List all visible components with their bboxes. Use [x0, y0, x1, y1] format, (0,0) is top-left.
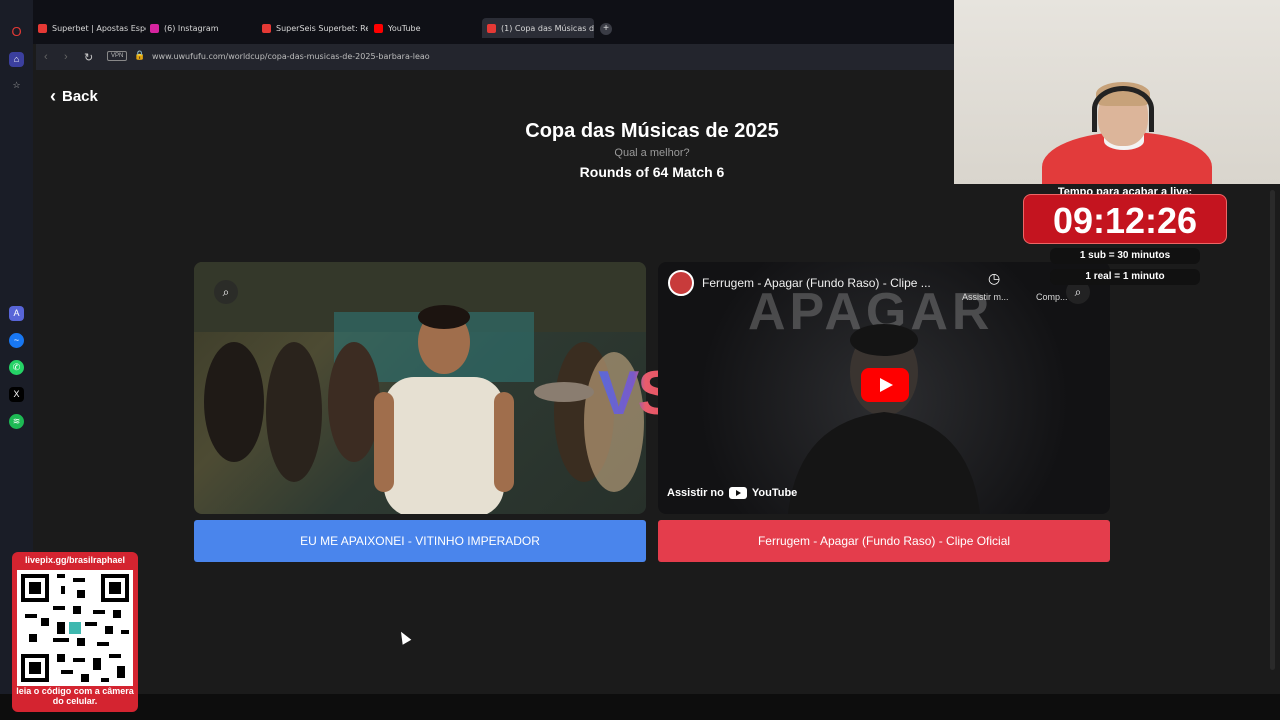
opera-icon[interactable]: O [9, 24, 24, 39]
forward-nav-icon[interactable]: › [64, 51, 68, 63]
bottom-bar [0, 694, 1280, 720]
share-button[interactable]: Comp... [1036, 292, 1068, 302]
youtube-header: Ferrugem - Apagar (Fundo Raso) - Clipe .… [668, 270, 931, 296]
pick-left-button[interactable]: EU ME APAIXONEI - VITINHO IMPERADOR [194, 520, 646, 562]
tab-instagram[interactable]: (6) Instagram [150, 18, 250, 38]
youtube-icon [374, 23, 383, 33]
watch-later-button[interactable]: ◷ Assistir m... [962, 270, 1009, 302]
tab-superseis[interactable]: SuperSeis Superbet: Resp [262, 18, 368, 38]
chevron-left-icon: ‹ [50, 86, 56, 106]
watch-later-label: Assistir m... [962, 292, 1009, 302]
aria-icon[interactable]: A [9, 306, 24, 321]
vpn-badge[interactable]: VPN [107, 51, 128, 61]
tab-label: (1) Copa das Músicas de [501, 23, 594, 33]
star-icon[interactable]: ☆ [9, 78, 24, 93]
new-tab-button[interactable]: + [600, 23, 612, 35]
tab-strip: Superbet | Apostas Esport (6) Instagram … [0, 0, 954, 44]
reload-icon[interactable]: ↻ [84, 51, 93, 64]
scrollbar[interactable] [1270, 190, 1275, 670]
play-icon[interactable] [861, 368, 909, 402]
timer-value: 09:12:26 [1023, 194, 1227, 244]
watch-on-youtube-link[interactable]: Assistir no YouTube [667, 487, 797, 499]
clock-icon: ◷ [988, 270, 1001, 286]
tab-label: Superbet | Apostas Esport [52, 23, 146, 33]
youtube-brand: YouTube [751, 487, 798, 499]
home-icon[interactable]: ⌂ [9, 52, 24, 67]
real-rate: 1 real = 1 minuto [1050, 269, 1200, 285]
instagram-icon [150, 23, 159, 33]
donation-qr-panel: livepix.gg/brasilraphael leia o código c… [12, 552, 138, 712]
youtube-video-title[interactable]: Ferrugem - Apagar (Fundo Raso) - Clipe .… [702, 276, 931, 290]
back-label: Back [62, 88, 98, 105]
tab-label: SuperSeis Superbet: Resp [276, 23, 368, 33]
back-nav-icon[interactable]: ‹ [44, 51, 48, 63]
screen: Superbet | Apostas Esport (6) Instagram … [0, 0, 1280, 720]
sub-rate: 1 sub = 30 minutos [1050, 248, 1200, 264]
qr-code-icon [17, 570, 133, 686]
tab-youtube[interactable]: YouTube [374, 18, 474, 38]
share-label: Comp... [1036, 292, 1068, 302]
uwufufu-icon [487, 23, 496, 33]
spotify-icon[interactable]: ≋ [9, 414, 24, 429]
pick-right-button[interactable]: Ferrugem - Apagar (Fundo Raso) - Clipe O… [658, 520, 1110, 562]
tab-label: YouTube [388, 23, 421, 33]
music-video-still [194, 262, 646, 514]
watch-on-label: Assistir no [667, 487, 724, 499]
tab-superbet[interactable]: Superbet | Apostas Esport [38, 18, 146, 38]
tab-label: (6) Instagram [164, 23, 219, 33]
headphones-icon [1092, 86, 1154, 132]
lock-icon: 🔒 [134, 50, 146, 60]
superbet-icon [262, 23, 271, 33]
qr-caption: leia o código com a câmera do celular. [16, 686, 134, 706]
right-option-youtube-embed[interactable]: APAGAR Ferrugem - Apagar (Fundo Raso) - … [658, 262, 1110, 514]
whatsapp-icon[interactable]: ✆ [9, 360, 24, 375]
qr-url: livepix.gg/brasilraphael [24, 555, 126, 565]
webcam-feed [954, 0, 1280, 184]
messenger-icon[interactable]: ~ [9, 333, 24, 348]
url-field[interactable]: www.uwufufu.com/worldcup/copa-das-musica… [152, 52, 430, 61]
youtube-logo-icon [728, 487, 747, 499]
left-option-image[interactable]: ⌕ [194, 262, 646, 514]
channel-avatar[interactable] [668, 270, 694, 296]
zoom-in-icon[interactable]: ⌕ [214, 280, 238, 304]
x-icon[interactable]: X [9, 387, 24, 402]
tab-copa-musicas[interactable]: (1) Copa das Músicas de [482, 18, 594, 38]
superbet-icon [38, 23, 47, 33]
address-bar: ‹ › ↻ VPN 🔒 www.uwufufu.com/worldcup/cop… [36, 44, 954, 70]
back-button[interactable]: ‹ Back [50, 86, 98, 107]
